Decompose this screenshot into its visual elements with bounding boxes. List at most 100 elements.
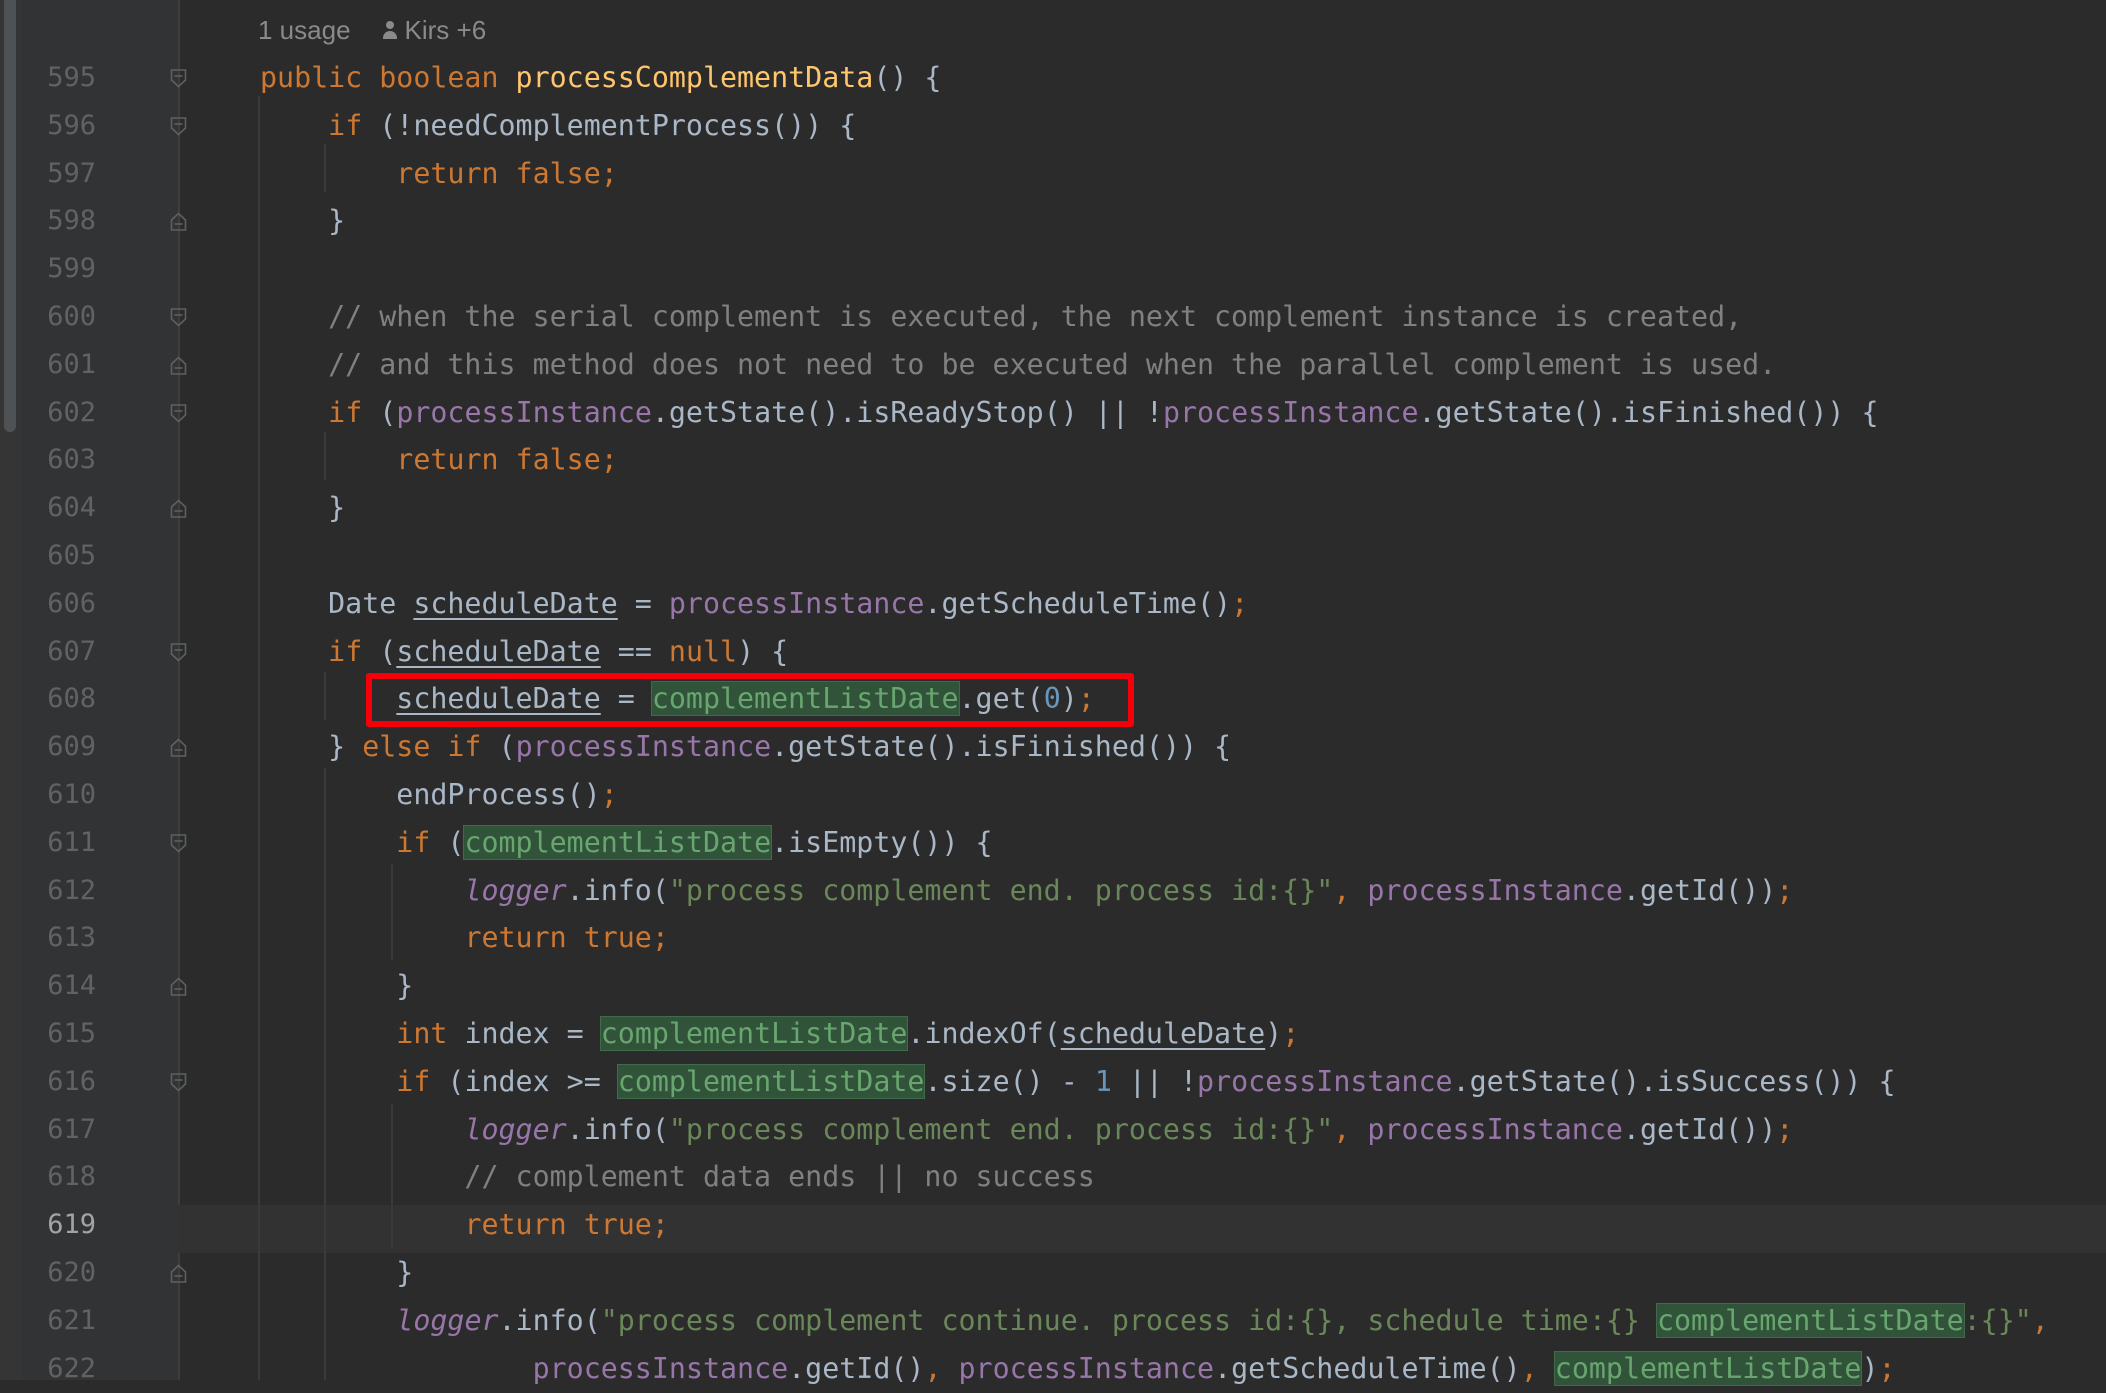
line-number[interactable]: 612 xyxy=(22,867,96,915)
code-line[interactable]: 599 xyxy=(0,245,2106,293)
fold-icon[interactable] xyxy=(170,833,187,853)
code-text[interactable]: if (scheduleDate == null) { xyxy=(260,628,788,676)
code-line[interactable]: 606 Date scheduleDate = processInstance.… xyxy=(0,580,2106,628)
code-line[interactable]: 602 if (processInstance.getState().isRea… xyxy=(0,389,2106,437)
code-line[interactable]: 607 if (scheduleDate == null) { xyxy=(0,628,2106,676)
fold-end-icon[interactable] xyxy=(170,499,187,518)
line-number[interactable]: 605 xyxy=(22,532,96,580)
code-line[interactable]: 622 processInstance.getId(), processInst… xyxy=(0,1345,2106,1393)
code-line[interactable]: 604 } xyxy=(0,484,2106,532)
fold-icon[interactable] xyxy=(170,642,187,662)
line-number[interactable]: 608 xyxy=(22,675,96,723)
code-text[interactable]: } else if (processInstance.getState().is… xyxy=(260,723,1231,771)
code-line[interactable]: 616 if (index >= complementListDate.size… xyxy=(0,1058,2106,1106)
code-text[interactable]: endProcess(); xyxy=(260,771,618,819)
line-number[interactable]: 622 xyxy=(22,1345,96,1393)
code-token: return true; xyxy=(464,921,669,955)
line-number[interactable]: 613 xyxy=(22,914,96,962)
line-number[interactable]: 602 xyxy=(22,389,96,437)
code-text[interactable]: if (complementListDate.isEmpty()) { xyxy=(260,819,993,867)
fold-icon[interactable] xyxy=(170,308,187,327)
line-number[interactable]: 606 xyxy=(22,580,96,628)
fold-end-icon[interactable] xyxy=(170,977,187,996)
line-number[interactable]: 604 xyxy=(22,484,96,532)
line-number[interactable]: 601 xyxy=(22,341,96,389)
code-editor[interactable]: 1 usage Kirs +6 595 public boolean proces… xyxy=(0,0,2106,1386)
code-line[interactable]: 597 return false; xyxy=(0,150,2106,198)
line-number[interactable]: 619 xyxy=(22,1201,96,1249)
code-text[interactable]: } xyxy=(260,484,345,532)
code-token: } xyxy=(260,969,414,1003)
code-text[interactable]: // when the serial complement is execute… xyxy=(260,293,1742,341)
code-text[interactable]: } xyxy=(260,197,345,245)
code-text[interactable]: logger.info("process complement end. pro… xyxy=(260,867,1793,915)
code-line[interactable]: 610 endProcess(); xyxy=(0,771,2106,819)
fold-end-icon[interactable] xyxy=(170,212,187,232)
code-line[interactable]: 618 // complement data ends || no succes… xyxy=(0,1153,2106,1201)
code-text[interactable]: // complement data ends || no success xyxy=(260,1153,1094,1201)
code-text[interactable]: if (processInstance.getState().isReadySt… xyxy=(260,389,1878,437)
line-number[interactable]: 595 xyxy=(22,54,96,102)
code-text[interactable]: if (index >= complementListDate.size() -… xyxy=(260,1058,1896,1106)
line-number[interactable]: 617 xyxy=(22,1106,96,1154)
code-text[interactable]: return true; xyxy=(260,1201,668,1249)
line-number[interactable]: 599 xyxy=(22,245,96,293)
fold-icon[interactable] xyxy=(170,69,187,88)
code-text[interactable]: logger.info("process complement continue… xyxy=(260,1297,2049,1345)
code-line[interactable]: 609 } else if (processInstance.getState(… xyxy=(0,723,2106,771)
code-text[interactable]: } xyxy=(260,962,413,1010)
code-line[interactable]: 617 logger.info("process complement end.… xyxy=(0,1106,2106,1154)
line-number[interactable]: 620 xyxy=(22,1249,96,1297)
code-line[interactable]: 614 } xyxy=(0,962,2106,1010)
line-number[interactable]: 596 xyxy=(22,102,96,150)
line-number[interactable]: 603 xyxy=(22,436,96,484)
line-number[interactable]: 618 xyxy=(22,1153,96,1201)
code-text[interactable]: return false; xyxy=(260,436,617,484)
fold-end-icon[interactable] xyxy=(170,356,187,375)
fold-icon[interactable] xyxy=(170,116,187,136)
line-number[interactable]: 607 xyxy=(22,628,96,676)
code-line[interactable]: 601 // and this method does not need to … xyxy=(0,341,2106,389)
code-line[interactable]: 615 int index = complementListDate.index… xyxy=(0,1010,2106,1058)
code-line[interactable]: 620 } xyxy=(0,1249,2106,1297)
line-number[interactable]: 615 xyxy=(22,1010,96,1058)
line-number[interactable]: 616 xyxy=(22,1058,96,1106)
code-text[interactable]: int index = complementListDate.indexOf(s… xyxy=(260,1010,1299,1058)
code-text[interactable]: } xyxy=(260,1249,413,1297)
code-line[interactable]: 596 if (!needComplementProcess()) { xyxy=(0,102,2106,150)
authors-hint[interactable]: Kirs +6 xyxy=(381,15,486,46)
line-number[interactable]: 609 xyxy=(22,723,96,771)
code-line[interactable]: 621 logger.info("process complement cont… xyxy=(0,1297,2106,1345)
line-number[interactable]: 614 xyxy=(22,962,96,1010)
code-line[interactable]: 600 // when the serial complement is exe… xyxy=(0,293,2106,341)
code-text[interactable]: if (!needComplementProcess()) { xyxy=(260,102,856,150)
line-number[interactable]: 610 xyxy=(22,771,96,819)
line-number[interactable]: 600 xyxy=(22,293,96,341)
code-line[interactable]: 619 return true; xyxy=(0,1201,2106,1249)
line-number[interactable]: 621 xyxy=(22,1297,96,1345)
usages-hint[interactable]: 1 usage xyxy=(258,15,351,46)
code-text[interactable]: Date scheduleDate = processInstance.getS… xyxy=(260,580,1248,628)
code-text[interactable]: return false; xyxy=(260,150,617,198)
code-line[interactable]: 605 xyxy=(0,532,2106,580)
line-number[interactable]: 598 xyxy=(22,197,96,245)
fold-icon[interactable] xyxy=(170,403,187,423)
code-line[interactable]: 603 return false; xyxy=(0,436,2106,484)
code-text[interactable]: logger.info("process complement end. pro… xyxy=(260,1106,1793,1154)
fold-end-icon[interactable] xyxy=(170,738,187,757)
code-line[interactable]: 611 if (complementListDate.isEmpty()) { xyxy=(0,819,2106,867)
code-text[interactable]: public boolean processComplementData() { xyxy=(260,54,941,102)
code-text[interactable]: return true; xyxy=(260,914,669,962)
code-token: .info( xyxy=(566,1112,669,1146)
code-line[interactable]: 598 } xyxy=(0,197,2106,245)
fold-icon[interactable] xyxy=(170,1072,187,1092)
code-line[interactable]: 595 public boolean processComplementData(… xyxy=(0,54,2106,102)
code-text[interactable]: // and this method does not need to be e… xyxy=(260,341,1776,389)
code-line[interactable]: 612 logger.info("process complement end.… xyxy=(0,867,2106,915)
code-text[interactable]: processInstance.getId(), processInstance… xyxy=(260,1345,1896,1393)
line-number[interactable]: 597 xyxy=(22,150,96,198)
line-number[interactable]: 611 xyxy=(22,819,96,867)
fold-end-icon[interactable] xyxy=(170,1264,187,1283)
code-line[interactable]: 613 return true; xyxy=(0,914,2106,962)
